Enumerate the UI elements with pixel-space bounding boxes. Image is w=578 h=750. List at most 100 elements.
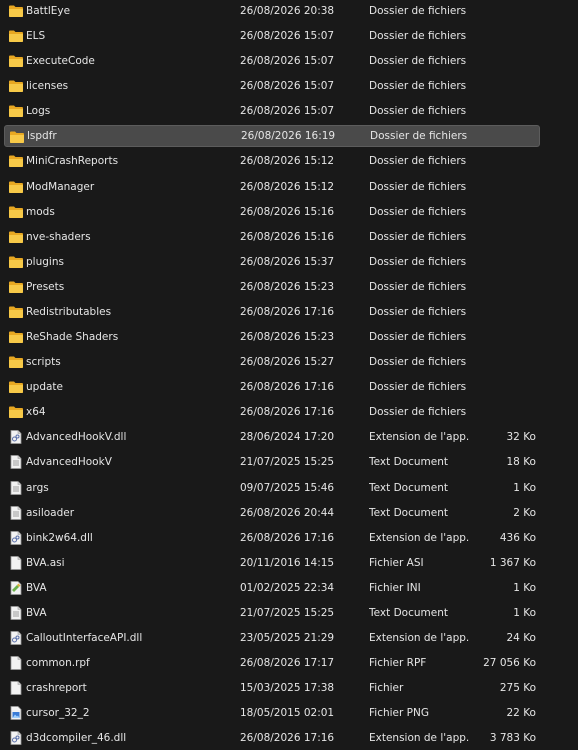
file-name: licenses	[26, 80, 69, 93]
file-row[interactable]: nve-shaders 26/08/2026 15:16 Dossier de fi…	[4, 226, 540, 248]
file-date: 21/07/2025 15:25	[240, 456, 335, 469]
text-file-icon	[8, 505, 24, 520]
file-row[interactable]: crashreport 15/03/2025 17:38 Fichier 275 Ko	[4, 677, 540, 699]
folder-icon	[8, 154, 24, 168]
file-type: Dossier de fichiers	[369, 155, 467, 168]
file-row[interactable]: ReShade Shaders 26/08/2026 15:23 Dossier d…	[4, 326, 540, 348]
file-name: mods	[26, 205, 55, 218]
file-row[interactable]: AdvancedHookV.dll 28/06/2024 17:20 Extensi…	[4, 426, 540, 448]
file-type: Dossier de fichiers	[369, 5, 467, 17]
file-row[interactable]: plugins 26/08/2026 15:37 Dossier de fichie…	[4, 251, 540, 273]
file-type: Text Document	[369, 506, 448, 519]
file-name: AdvancedHookV	[26, 456, 112, 469]
file-row[interactable]: update 26/08/2026 17:16 Dossier de fichier…	[4, 376, 540, 398]
file-type: Dossier de fichiers	[369, 356, 467, 369]
file-type: Fichier ASI	[369, 556, 424, 569]
file-row[interactable]: cursor_32_2 18/05/2015 02:01 Fichier PNG 22…	[4, 702, 540, 724]
file-date: 01/02/2025 22:34	[240, 581, 335, 594]
file-row[interactable]: BVA 01/02/2025 22:34 Fichier INI 1 Ko	[4, 577, 540, 599]
file-type: Dossier de fichiers	[369, 381, 467, 394]
file-date: 26/08/2026 17:16	[240, 406, 335, 419]
file-name: args	[26, 481, 49, 494]
file-size: 1 Ko	[513, 481, 536, 494]
file-size: 24 Ko	[506, 632, 537, 644]
file-date: 26/08/2026 15:07	[240, 30, 335, 43]
file-type: Text Document	[369, 606, 448, 619]
file-size: 1 Ko	[513, 581, 536, 594]
file-icon	[8, 656, 24, 670]
file-list: BattlEye 26/08/2026 20:38 Dossier de fichi…	[0, 0, 578, 750]
file-row[interactable]: d3dcompiler_46.dll 26/08/2026 17:16 Extens…	[4, 727, 540, 749]
file-date: 26/08/2026 20:44	[240, 506, 335, 519]
file-type: Dossier de fichiers	[369, 105, 467, 118]
file-row[interactable]: x64 26/08/2026 17:16 Dossier de fichiers	[4, 401, 540, 423]
file-size: 22 Ko	[506, 707, 537, 720]
file-row[interactable]: ELS 26/08/2026 15:07 Dossier de fichiers	[4, 25, 540, 47]
folder-icon	[8, 180, 24, 194]
file-name: x64	[26, 406, 46, 419]
file-size: 1 Ko	[513, 606, 536, 619]
folder-icon	[8, 79, 24, 93]
file-type: Extension de l'app...	[369, 531, 469, 544]
file-row[interactable]: BVA.asi 20/11/2016 14:15 Fichier ASI 1 367 …	[4, 552, 540, 574]
file-date: 26/08/2026 16:19	[241, 130, 336, 143]
file-row[interactable]: mods 26/08/2026 15:16 Dossier de fichiers	[4, 201, 540, 223]
file-row[interactable]: BVA 21/07/2025 15:25 Text Document 1 Ko	[4, 602, 540, 624]
folder-icon	[8, 355, 24, 369]
file-row[interactable]: Logs 26/08/2026 15:07 Dossier de fichiers	[4, 100, 540, 122]
file-row[interactable]: Presets 26/08/2026 15:23 Dossier de fichie…	[4, 276, 540, 298]
file-row[interactable]: MiniCrashReports 26/08/2026 15:12 Dossier …	[4, 150, 540, 172]
file-name: Logs	[26, 105, 51, 118]
file-row[interactable]: bink2w64.dll 26/08/2026 17:16 Extension de…	[4, 527, 540, 549]
file-date: 09/07/2025 15:46	[240, 481, 335, 494]
file-row[interactable]: asiloader 26/08/2026 20:44 Text Document 2 …	[4, 502, 540, 524]
file-name: ModManager	[26, 180, 95, 193]
file-row[interactable]: ExecuteCode 26/08/2026 15:07 Dossier de fi…	[4, 50, 540, 72]
folder-icon	[8, 405, 24, 419]
file-date: 20/11/2016 14:15	[240, 556, 335, 569]
file-type: Dossier de fichiers	[369, 55, 467, 68]
file-row[interactable]: lspdfr 26/08/2026 16:19 Dossier de fichier…	[4, 125, 540, 148]
file-date: 26/08/2026 15:37	[240, 255, 335, 268]
file-name: cursor_32_2	[26, 707, 90, 720]
file-row[interactable]: args 09/07/2025 15:46 Text Document 1 Ko	[4, 477, 540, 499]
file-date: 26/08/2026 15:12	[240, 155, 335, 168]
file-row[interactable]: Redistributables 26/08/2026 17:16 Dossier …	[4, 301, 540, 323]
file-type: Dossier de fichiers	[369, 280, 467, 293]
file-icon	[8, 555, 24, 570]
file-row[interactable]: licenses 26/08/2026 15:07 Dossier de fichi…	[4, 75, 540, 97]
dll-icon	[8, 430, 24, 445]
file-date: 26/08/2026 15:07	[240, 55, 335, 68]
folder-icon	[8, 380, 24, 394]
ini-icon	[8, 580, 24, 595]
file-date: 26/08/2026 17:16	[240, 305, 335, 318]
file-row[interactable]: ModManager 26/08/2026 15:12 Dossier de fic…	[4, 176, 540, 198]
file-date: 21/07/2025 15:25	[240, 606, 335, 619]
file-name: ExecuteCode	[26, 55, 95, 68]
file-date: 26/08/2026 17:17	[240, 657, 335, 670]
text-file-icon	[8, 455, 24, 470]
file-row[interactable]: common.rpf 26/08/2026 17:17 Fichier RPF 27 …	[4, 652, 540, 674]
folder-icon	[8, 29, 24, 43]
file-date: 26/08/2026 15:23	[240, 280, 335, 293]
file-name: AdvancedHookV.dll	[26, 431, 127, 444]
file-row[interactable]: BattlEye 26/08/2026 20:38 Dossier de fichi…	[4, 0, 540, 22]
folder-icon	[8, 305, 24, 319]
file-icon	[8, 681, 24, 696]
dll-icon	[8, 631, 24, 645]
file-type: Dossier de fichiers	[370, 130, 468, 143]
file-type: Dossier de fichiers	[369, 30, 467, 43]
file-type: Dossier de fichiers	[369, 180, 467, 193]
file-date: 26/08/2026 15:07	[240, 105, 335, 118]
file-name: Presets	[26, 280, 65, 293]
file-row[interactable]: AdvancedHookV 21/07/2025 15:25 Text Docume…	[4, 451, 540, 473]
file-type: Dossier de fichiers	[369, 255, 467, 268]
file-type: Text Document	[369, 481, 448, 494]
file-name: scripts	[26, 356, 61, 369]
folder-icon	[8, 104, 24, 118]
file-type: Extension de l'app...	[369, 632, 469, 644]
file-row[interactable]: CalloutInterfaceAPI.dll 23/05/2025 21:29 E…	[4, 627, 540, 649]
file-date: 26/08/2026 15:16	[240, 230, 335, 243]
folder-icon	[8, 54, 24, 68]
file-row[interactable]: scripts 26/08/2026 15:27 Dossier de fichie…	[4, 351, 540, 373]
